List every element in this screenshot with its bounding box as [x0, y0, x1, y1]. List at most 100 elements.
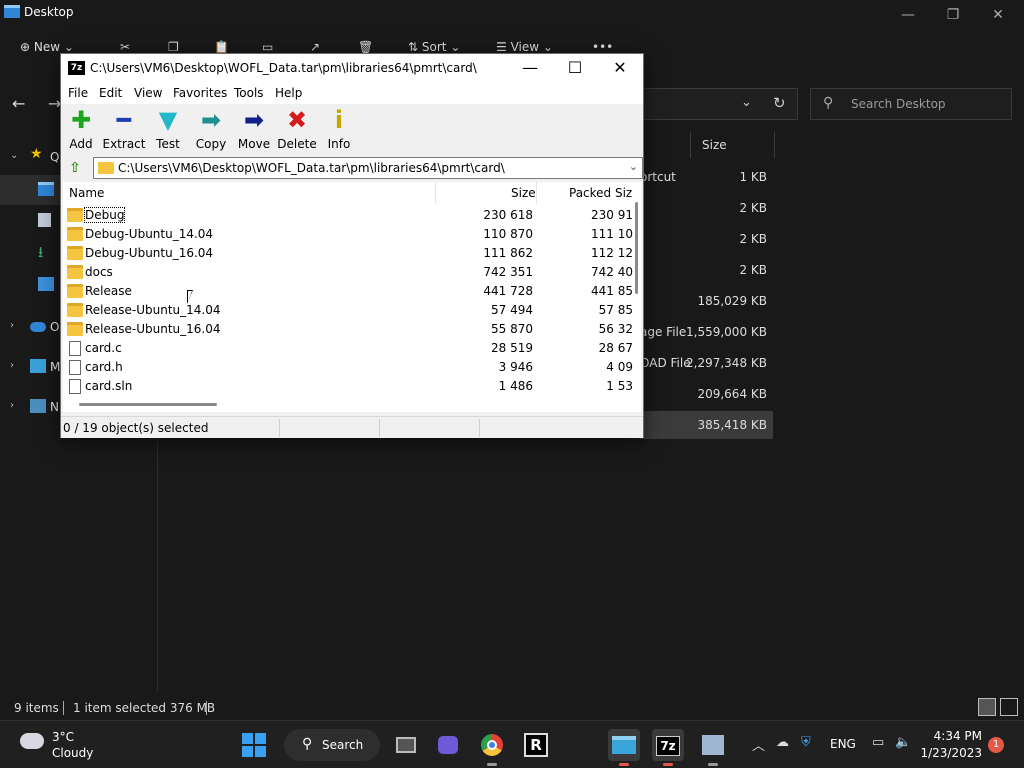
clock-date[interactable]: 1/23/2023: [918, 746, 982, 760]
file-packed-size: 230 91: [591, 208, 633, 222]
explorer-close-button[interactable]: ✕: [975, 2, 1021, 28]
file-row[interactable]: 2 KB: [640, 194, 773, 222]
up-folder-icon[interactable]: ⇧: [65, 159, 85, 177]
file-row[interactable]: Debug-Ubuntu_16.04 111 862 112 12: [63, 244, 633, 263]
column-divider[interactable]: [435, 182, 436, 204]
explorer-restore-button[interactable]: ❐: [930, 2, 976, 28]
share-icon[interactable]: ↗: [310, 40, 320, 54]
vertical-scrollbar[interactable]: [635, 202, 638, 294]
sevenzip-address-input[interactable]: C:\Users\VM6\Desktop\WOFL_Data.tar\pm\li…: [93, 157, 643, 179]
chevron-down-icon[interactable]: ⌄: [629, 160, 638, 173]
column-divider[interactable]: [536, 182, 537, 204]
refresh-icon[interactable]: ↻: [773, 94, 786, 112]
chevron-right-icon[interactable]: ›: [10, 320, 14, 331]
language-indicator[interactable]: ENG: [830, 737, 856, 751]
column-header-name[interactable]: Name: [69, 186, 104, 208]
file-row[interactable]: Release-Ubuntu_16.04 55 870 56 32: [63, 320, 633, 339]
folder-icon: [67, 208, 83, 222]
network-off-icon[interactable]: ☁: [776, 735, 789, 750]
menu-view[interactable]: View: [134, 86, 162, 100]
display-icon[interactable]: ▭: [872, 735, 884, 750]
file-row[interactable]: Release-Ubuntu_14.04 57 494 57 85: [63, 301, 633, 320]
sevenzip-close-button[interactable]: ✕: [597, 54, 643, 82]
move-button[interactable]: ➡ Move: [232, 106, 276, 152]
rename-icon[interactable]: ▭: [262, 40, 273, 54]
volume-icon[interactable]: 🔈: [895, 735, 911, 750]
network-setup-icon[interactable]: [697, 729, 729, 761]
file-row[interactable]: Release 441 728 441 85: [63, 282, 633, 301]
file-row-selected[interactable]: 385,418 KB: [640, 411, 773, 439]
file-row[interactable]: card.h 3 946 4 09: [63, 358, 633, 377]
extract-button[interactable]: ━ Extract: [102, 106, 146, 152]
info-button[interactable]: i Info: [317, 106, 361, 152]
file-row[interactable]: docs 742 351 742 40: [63, 263, 633, 282]
file-row[interactable]: Debug-Ubuntu_14.04 110 870 111 10: [63, 225, 633, 244]
details-view-icon[interactable]: [978, 698, 996, 716]
sevenzip-minimize-button[interactable]: —: [507, 54, 553, 82]
delete-icon[interactable]: 🗑: [358, 40, 373, 54]
file-name: card.h: [85, 360, 123, 374]
file-row[interactable]: 2 KB: [640, 225, 773, 253]
view-button[interactable]: ☰ View ⌄: [496, 40, 553, 54]
column-divider[interactable]: [690, 132, 691, 158]
back-arrow-icon[interactable]: ←: [12, 94, 25, 113]
paste-icon[interactable]: 📋: [214, 40, 229, 54]
sort-button[interactable]: ⇅ Sort ⌄: [408, 40, 460, 54]
start-button[interactable]: [242, 733, 266, 757]
notification-badge[interactable]: 1: [988, 737, 1004, 753]
copy-button[interactable]: ➡ Copy: [189, 106, 233, 152]
new-button[interactable]: ⊕ New ⌄: [20, 40, 74, 54]
search-desktop-input[interactable]: ⚲ Search Desktop: [810, 88, 1012, 120]
menu-help[interactable]: Help: [275, 86, 302, 100]
defender-shield-icon[interactable]: ⛨: [801, 735, 811, 750]
meet-icon[interactable]: [432, 729, 464, 761]
file-row[interactable]: 209,664 KB: [640, 380, 773, 408]
horizontal-scrollbar[interactable]: [79, 403, 217, 406]
weather-temperature[interactable]: 3°C: [52, 730, 74, 744]
menu-tools[interactable]: Tools: [234, 86, 264, 100]
file-row[interactable]: card.c 28 519 28 67: [63, 339, 633, 358]
clock-time[interactable]: 4:34 PM: [930, 729, 982, 743]
chevron-down-icon[interactable]: ⌄: [10, 150, 18, 161]
chevron-right-icon[interactable]: ›: [10, 360, 14, 371]
taskbar-search-button[interactable]: ⚲ Search: [284, 729, 380, 761]
copy-icon[interactable]: ❐: [168, 40, 179, 54]
menu-favorites[interactable]: Favorites: [173, 86, 227, 100]
file-row[interactable]: Debug 230 618 230 91: [63, 206, 633, 225]
sevenzip-taskbar-icon[interactable]: 7z: [652, 729, 684, 761]
column-header-size[interactable]: Size: [511, 186, 536, 208]
sevenzip-maximize-button[interactable]: ☐: [552, 54, 598, 82]
rider-icon[interactable]: R: [520, 729, 552, 761]
chevron-right-icon[interactable]: ›: [10, 400, 14, 411]
file-size: 385,418 KB: [697, 418, 767, 432]
file-row[interactable]: age File 1,559,000 KB: [640, 318, 773, 346]
explorer-taskbar-icon[interactable]: [608, 729, 640, 761]
status-divider: [379, 419, 380, 437]
test-button[interactable]: ▼ Test: [146, 106, 190, 152]
file-row[interactable]: card.sln 1 486 1 53: [63, 377, 633, 396]
sevenzip-status-bar: 0 / 19 object(s) selected: [61, 416, 643, 438]
cut-icon[interactable]: ✂: [120, 40, 130, 54]
task-view-icon[interactable]: [390, 729, 422, 761]
file-row[interactable]: ortcut 1 KB: [640, 163, 773, 191]
more-options-icon[interactable]: •••: [592, 40, 613, 54]
file-name: Release-Ubuntu_16.04: [85, 322, 221, 336]
menu-edit[interactable]: Edit: [99, 86, 122, 100]
file-row[interactable]: 185,029 KB: [640, 287, 773, 315]
cloud-weather-icon[interactable]: [20, 733, 44, 749]
tiles-view-icon[interactable]: [1000, 698, 1018, 716]
weather-condition[interactable]: Cloudy: [52, 746, 93, 760]
explorer-minimize-button[interactable]: —: [885, 2, 931, 28]
delete-button[interactable]: ✖ Delete: [275, 106, 319, 152]
column-header-size[interactable]: Size: [702, 138, 727, 152]
column-divider[interactable]: [774, 132, 775, 158]
file-row[interactable]: OAD File 2,297,348 KB: [640, 349, 773, 377]
chrome-icon[interactable]: [476, 729, 508, 761]
file-row[interactable]: 2 KB: [640, 256, 773, 284]
menu-file[interactable]: File: [68, 86, 88, 100]
sevenzip-file-list[interactable]: Name Size Packed Siz Debug 230 618 230 91 D…: [63, 182, 641, 412]
add-button[interactable]: ✚ Add: [59, 106, 103, 152]
chevron-up-icon[interactable]: ︿: [752, 735, 765, 754]
chevron-down-icon[interactable]: ⌄: [741, 95, 752, 110]
column-header-packed-size[interactable]: Packed Siz: [569, 186, 632, 208]
